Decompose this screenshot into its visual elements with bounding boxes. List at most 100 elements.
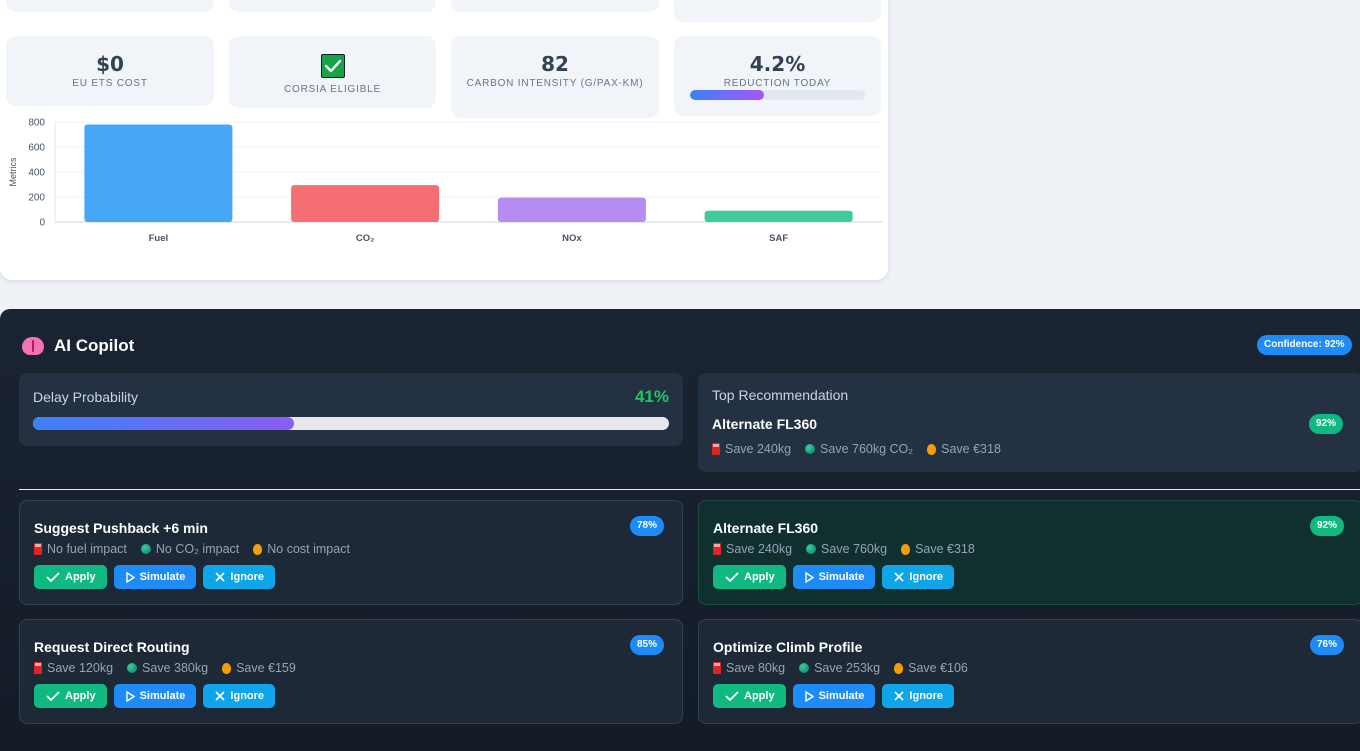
co2-saving-text: Save 760kg CO₂	[820, 442, 914, 456]
check-icon	[46, 691, 60, 701]
apply-button[interactable]: Apply	[34, 684, 107, 708]
money-bag-icon	[927, 443, 937, 455]
simulate-label: Simulate	[139, 690, 186, 702]
recommendation-card: Optimize Climb Profile 76% Save 80kg Sav…	[698, 619, 1360, 724]
metrics-bar-chart: 0 200 400 600 800 Metrics Fuel CO₂ NOx SAF	[8, 118, 882, 244]
y-tick-label: 200	[28, 193, 45, 204]
metric-ghost	[6, 0, 214, 12]
cost-impact: Save €159	[222, 661, 296, 675]
delay-progress	[33, 417, 669, 430]
metric-label: REDUCTION TODAY	[723, 78, 832, 89]
simulate-label: Simulate	[139, 571, 186, 583]
co2-impact: Save 760kg	[806, 542, 887, 556]
card-actions: Apply Simulate Ignore	[713, 565, 955, 589]
cost-impact-text: Save €159	[236, 661, 296, 675]
recommendation-caption: Top Recommendation	[712, 387, 849, 403]
metric-value: 4.2%	[749, 52, 806, 76]
x-tick-label: CO₂	[356, 233, 374, 244]
confidence-badge: Confidence: 92%	[1257, 335, 1352, 355]
y-tick-label: 400	[28, 168, 45, 179]
card-title: Request Direct Routing	[34, 639, 190, 655]
close-icon	[894, 691, 904, 701]
cost-impact: Save €106	[894, 661, 968, 675]
bar	[704, 210, 853, 222]
simulate-button[interactable]: Simulate	[113, 684, 197, 708]
card-title: Alternate FL360	[713, 520, 819, 536]
delay-label: Delay Probability	[33, 389, 139, 405]
fuel-impact: Save 80kg	[713, 661, 785, 675]
recommendation-savings: Save 240kg Save 760kg CO₂ Save €318	[712, 442, 1001, 456]
divider	[19, 489, 1360, 490]
apply-label: Apply	[744, 571, 775, 583]
ignore-button[interactable]: Ignore	[882, 684, 955, 708]
money-bag-icon	[253, 543, 263, 555]
ignore-button[interactable]: Ignore	[203, 565, 276, 589]
card-actions: Apply Simulate Ignore	[34, 565, 276, 589]
globe-icon	[799, 663, 810, 673]
play-icon	[125, 690, 135, 702]
y-tick-label: 600	[28, 143, 45, 154]
money-bag-icon	[894, 662, 904, 674]
metric-label: CORSIA ELIGIBLE	[283, 84, 382, 95]
play-icon	[125, 571, 135, 583]
recommendation-card: Alternate FL360 92% Save 240kg Save 760k…	[698, 500, 1360, 605]
close-icon	[215, 572, 225, 582]
globe-icon	[140, 544, 151, 554]
check-icon	[46, 572, 60, 582]
play-icon	[804, 571, 814, 583]
money-bag-icon	[901, 543, 911, 555]
delay-probability-card: Delay Probability 41%	[19, 373, 683, 446]
cost-impact-text: Save €318	[915, 542, 975, 556]
cost-impact-text: Save €106	[908, 661, 968, 675]
simulate-button[interactable]: Simulate	[792, 565, 876, 589]
close-icon	[894, 572, 904, 582]
check-icon	[725, 691, 739, 701]
metric-reduction-today: 4.2% REDUCTION TODAY	[674, 36, 881, 116]
ai-copilot-panel: AI Copilot Confidence: 92% Delay Probabi…	[0, 309, 1360, 751]
card-confidence-badge: 76%	[1310, 635, 1345, 655]
fuel-pump-icon	[712, 443, 720, 455]
check-icon	[725, 572, 739, 582]
recommendation-confidence-badge: 92%	[1309, 414, 1344, 434]
bar	[291, 185, 440, 222]
copilot-header: AI Copilot	[22, 336, 134, 356]
card-savings: No fuel impact No CO₂ impact No cost imp…	[34, 542, 350, 556]
reduction-progress	[690, 90, 865, 100]
bar	[84, 124, 233, 222]
x-tick-label: SAF	[769, 233, 788, 244]
emissions-card: $0 EU ETS COST CORSIA ELIGIBLE 82 CARBON…	[0, 0, 888, 280]
fuel-impact-text: Save 120kg	[47, 661, 114, 675]
cost-saving-text: Save €318	[941, 442, 1001, 456]
fuel-impact-text: No fuel impact	[47, 542, 127, 556]
y-tick-label: 800	[28, 118, 45, 129]
ignore-button[interactable]: Ignore	[882, 565, 955, 589]
apply-button[interactable]: Apply	[713, 684, 786, 708]
metric-carbon-intensity: 82 CARBON INTENSITY (G/PAX-KM)	[451, 36, 659, 118]
metric-ghost	[674, 0, 881, 22]
fuel-saving: Save 240kg	[712, 442, 791, 456]
delay-value: 41%	[634, 387, 669, 406]
metric-value: 82	[541, 52, 569, 76]
card-actions: Apply Simulate Ignore	[713, 684, 955, 708]
x-tick-label: NOx	[562, 233, 582, 244]
y-tick-label: 0	[39, 218, 45, 229]
money-bag-icon	[222, 662, 232, 674]
simulate-button[interactable]: Simulate	[113, 565, 197, 589]
simulate-label: Simulate	[818, 690, 865, 702]
fuel-impact: No fuel impact	[34, 542, 127, 556]
apply-label: Apply	[65, 571, 96, 583]
card-confidence-badge: 78%	[630, 516, 665, 536]
fuel-impact-text: Save 80kg	[726, 661, 786, 675]
apply-label: Apply	[744, 690, 775, 702]
delay-progress-fill	[33, 417, 294, 430]
fuel-pump-icon	[34, 543, 42, 555]
brain-icon	[22, 337, 44, 355]
top-recommendation-card[interactable]: Top Recommendation Alternate FL360 92% S…	[698, 373, 1360, 472]
metric-label: CARBON INTENSITY (G/PAX-KM)	[466, 78, 644, 89]
card-savings: Save 240kg Save 760kg Save €318	[713, 542, 975, 556]
apply-button[interactable]: Apply	[34, 565, 107, 589]
apply-button[interactable]: Apply	[713, 565, 786, 589]
co2-impact: Save 380kg	[127, 661, 208, 675]
ignore-button[interactable]: Ignore	[203, 684, 276, 708]
simulate-button[interactable]: Simulate	[792, 684, 876, 708]
